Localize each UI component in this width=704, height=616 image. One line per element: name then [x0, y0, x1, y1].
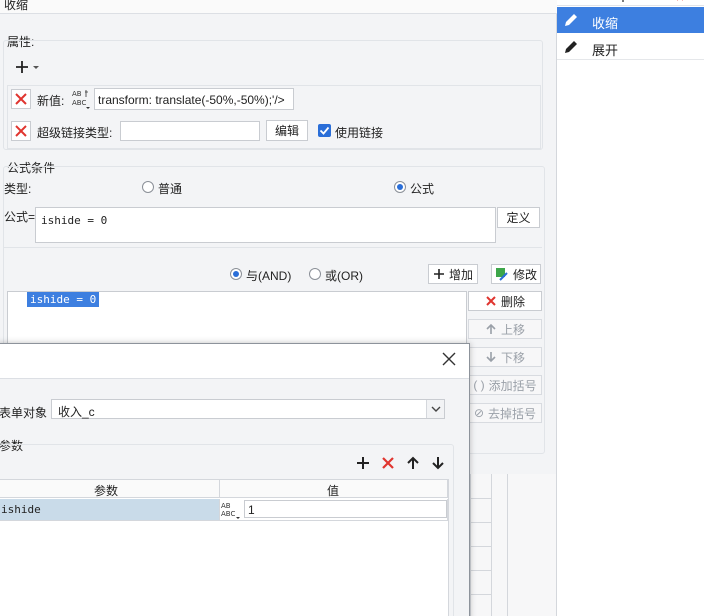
close-icon: [15, 93, 27, 105]
pencil-icon: [565, 41, 577, 53]
condition-item[interactable]: ishide = 0: [27, 292, 100, 307]
check-icon: [319, 126, 330, 135]
abc-type-icon[interactable]: AB ABC: [70, 88, 92, 110]
form-object-label: 表单对象: [0, 406, 48, 420]
divider: [4, 247, 542, 248]
formula-label: 公式=: [4, 210, 36, 224]
column-header-param[interactable]: 参数: [0, 480, 220, 498]
formula-input[interactable]: ishide = 0: [35, 207, 496, 243]
and-label: 与(AND): [246, 269, 292, 283]
plus-icon: [357, 457, 369, 469]
close-icon: [486, 296, 496, 306]
svg-text:AB: AB: [72, 90, 82, 98]
plus-icon: [16, 61, 39, 73]
arrow-down-icon: [432, 457, 444, 470]
dialog-close-button[interactable]: [441, 351, 457, 367]
remove-bracket-button[interactable]: ⊘ 去掉括号: [468, 403, 542, 423]
modify-icon: [495, 268, 508, 281]
svg-text:ABC: ABC: [221, 510, 235, 518]
bracket-icon: ( ): [473, 378, 485, 392]
delete-condition-button[interactable]: 删除: [468, 291, 542, 311]
table-row-value[interactable]: AB ABC 1: [220, 499, 448, 521]
move-up-button[interactable]: 上移: [468, 319, 542, 339]
panel-toolbar: [557, 0, 704, 6]
form-object-select[interactable]: 收入_c: [51, 399, 445, 419]
event-item-collapse[interactable]: 收缩: [557, 7, 704, 33]
edit-button[interactable]: 编辑: [266, 120, 308, 141]
dialog-body: 表单对象 收入_c 参数 参数 值 ishide AB ABC 1: [0, 378, 469, 616]
abc-type-icon: ABABC: [221, 502, 240, 519]
arrow-down-icon: [486, 352, 496, 363]
add-bracket-button[interactable]: ( ) 添加括号: [468, 375, 542, 395]
plus-icon: [433, 269, 444, 279]
remove-hyperlink-button[interactable]: [11, 121, 31, 141]
move-param-up-button[interactable]: [406, 456, 420, 470]
move-down-button[interactable]: 下移: [468, 347, 542, 367]
and-radio[interactable]: [230, 268, 242, 280]
type-normal-radio[interactable]: [142, 181, 154, 193]
add-param-button[interactable]: [356, 456, 370, 470]
event-list-panel: 收缩 展开: [557, 0, 704, 616]
arrow-up-icon: [486, 323, 496, 334]
add-attribute-button[interactable]: [12, 57, 42, 77]
use-link-label: 使用链接: [335, 126, 384, 140]
type-label: 类型:: [4, 182, 32, 196]
params-table: 参数 值 ishide AB ABC 1: [0, 479, 449, 616]
delete-param-button[interactable]: [381, 456, 395, 470]
or-label: 或(OR): [325, 269, 363, 283]
close-icon: [442, 352, 456, 366]
table-row-param[interactable]: ishide: [0, 499, 220, 521]
add-condition-button[interactable]: 增加: [428, 264, 478, 284]
window-titlebar: 收缩: [0, 0, 557, 14]
param-value-input[interactable]: 1: [244, 500, 447, 518]
arrow-up-icon: [407, 456, 419, 469]
window-title: 收缩: [4, 0, 29, 12]
define-button[interactable]: 定义: [497, 207, 540, 228]
new-value-field[interactable]: transform: translate(-50%,-50%);'/>: [94, 88, 294, 110]
chevron-down-icon[interactable]: [426, 400, 444, 418]
close-icon: [382, 457, 394, 469]
pencil-icon: [565, 14, 577, 26]
parameter-dialog: 表单对象 收入_c 参数 参数 值 ishide AB ABC 1: [0, 343, 470, 616]
hyperlink-type-label: 超级链接类型:: [37, 126, 113, 140]
type-formula-label: 公式: [410, 182, 435, 196]
svg-text:AB: AB: [221, 502, 231, 510]
type-formula-radio[interactable]: [394, 181, 406, 193]
event-item-expand[interactable]: 展开: [557, 34, 704, 60]
use-link-checkbox[interactable]: [318, 124, 331, 137]
remove-new-value-button[interactable]: [11, 89, 31, 109]
modify-condition-button[interactable]: 修改: [491, 264, 541, 284]
remove-bracket-icon: ⊘: [473, 406, 485, 420]
type-normal-label: 普通: [158, 182, 183, 196]
hyperlink-type-field[interactable]: [120, 121, 260, 141]
close-icon: [15, 125, 27, 137]
move-param-down-button[interactable]: [431, 456, 445, 470]
or-radio[interactable]: [309, 268, 321, 280]
new-value-label: 新值:: [37, 94, 65, 108]
background-grid: [470, 474, 556, 616]
svg-text:ABC: ABC: [72, 99, 86, 107]
column-header-value[interactable]: 值: [220, 480, 448, 498]
